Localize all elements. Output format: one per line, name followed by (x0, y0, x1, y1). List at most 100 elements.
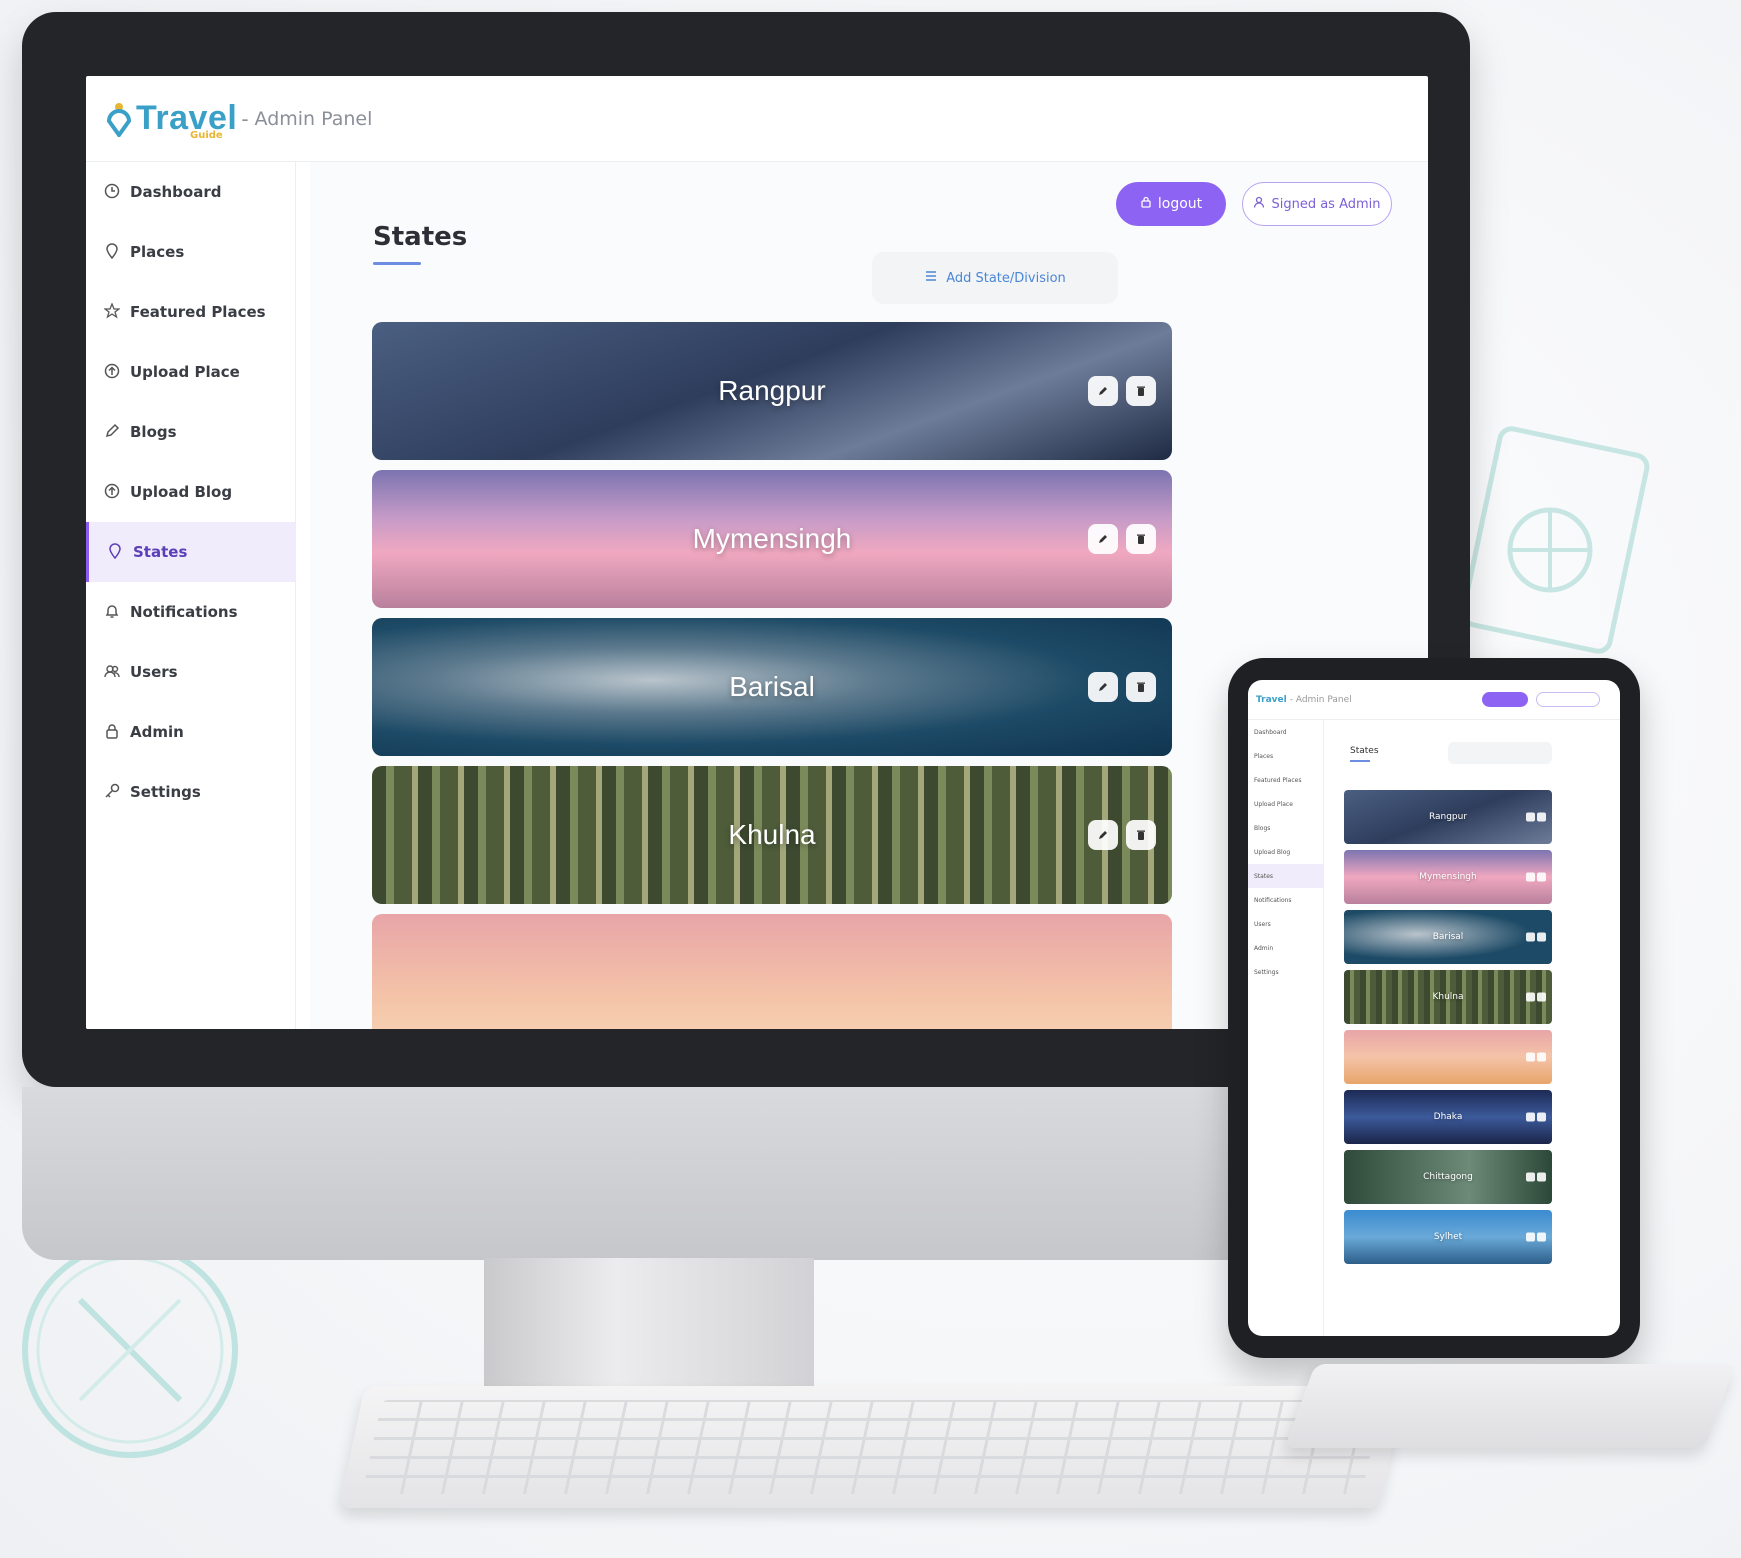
tablet-nav-item[interactable]: Upload Blog (1248, 840, 1323, 864)
tablet-edit-button[interactable] (1526, 1172, 1535, 1182)
tablet-delete-button[interactable] (1537, 812, 1546, 822)
state-name: Mymensingh (692, 523, 852, 554)
sidebar-item-label: Upload Place (130, 363, 240, 381)
state-card-rangpur[interactable]: Rangpur (372, 322, 1172, 460)
sidebar-item-featured-places[interactable]: Featured Places (86, 282, 295, 342)
tablet-state-card[interactable]: Khulna (1344, 970, 1552, 1024)
sidebar-item-label: Admin (130, 723, 184, 741)
tablet-nav-item[interactable]: States (1248, 864, 1323, 888)
header-title: Admin Panel (254, 107, 373, 130)
users-icon (104, 663, 122, 681)
keyboard (339, 1386, 1405, 1508)
tablet-add-state-button[interactable] (1448, 742, 1552, 764)
bell-icon (104, 603, 122, 621)
sidebar-item-blogs[interactable]: Blogs (86, 402, 295, 462)
trackpad (1284, 1364, 1736, 1448)
pin-icon (104, 243, 122, 261)
tablet-edit-button[interactable] (1526, 1112, 1535, 1122)
state-name: Rangpur (718, 375, 826, 406)
tablet-logout-button[interactable] (1482, 692, 1528, 707)
upload-icon (104, 363, 122, 381)
tablet-delete-button[interactable] (1537, 1112, 1546, 1122)
tablet-nav-item[interactable]: Dashboard (1248, 720, 1323, 744)
list-icon (924, 269, 938, 287)
tablet-device: Travel - Admin Panel Dashboard Places Fe… (1228, 658, 1640, 1358)
tablet-edit-button[interactable] (1526, 932, 1535, 942)
state-card-mymensingh[interactable]: Mymensingh (372, 470, 1172, 608)
tablet-delete-button[interactable] (1537, 1052, 1546, 1062)
add-state-button[interactable]: Add State/Division (872, 252, 1118, 304)
tablet-page-title: States (1350, 746, 1379, 756)
state-card-khulna[interactable]: Khulna (372, 766, 1172, 904)
sidebar-item-states[interactable]: States (86, 522, 295, 582)
sidebar-item-dashboard[interactable]: Dashboard (86, 162, 295, 222)
tablet-nav-item[interactable]: Places (1248, 744, 1323, 768)
edit-button[interactable] (1088, 672, 1118, 702)
tablet-nav-item[interactable]: Blogs (1248, 816, 1323, 840)
edit-button[interactable] (1088, 524, 1118, 554)
tablet-nav-item[interactable]: Upload Place (1248, 792, 1323, 816)
upload-icon (104, 483, 122, 501)
tablet-state-card[interactable]: Sylhet (1344, 1210, 1552, 1264)
tablet-edit-button[interactable] (1526, 812, 1535, 822)
tablet-state-card[interactable]: Dhaka (1344, 1090, 1552, 1144)
sidebar-item-label: Settings (130, 783, 201, 801)
tablet-state-name: Sylhet (1433, 1232, 1463, 1242)
delete-button[interactable] (1126, 820, 1156, 850)
tablet-state-card[interactable]: Mymensingh (1344, 850, 1552, 904)
tablet-delete-button[interactable] (1537, 872, 1546, 882)
sidebar-item-places[interactable]: Places (86, 222, 295, 282)
tablet-signed-button[interactable] (1536, 692, 1600, 707)
tablet-screen: Travel - Admin Panel Dashboard Places Fe… (1248, 680, 1620, 1336)
state-name: Barisal (729, 671, 815, 702)
tablet-delete-button[interactable] (1537, 932, 1546, 942)
tablet-edit-button[interactable] (1526, 1232, 1535, 1242)
tablet-nav-item[interactable]: Settings (1248, 960, 1323, 984)
sidebar-item-label: Places (130, 243, 185, 261)
state-card-barisal[interactable]: Barisal (372, 618, 1172, 756)
tablet-nav-item[interactable]: Admin (1248, 936, 1323, 960)
sidebar-item-upload-blog[interactable]: Upload Blog (86, 462, 295, 522)
desktop-screen: Travel Guide - Admin Panel Dashboard Pla… (86, 76, 1428, 1029)
tablet-nav-item[interactable]: Featured Places (1248, 768, 1323, 792)
sidebar-item-label: Users (130, 663, 178, 681)
tablet-state-card[interactable]: Rangpur (1344, 790, 1552, 844)
tablet-delete-button[interactable] (1537, 1172, 1546, 1182)
tablet-delete-button[interactable] (1537, 992, 1546, 1002)
sidebar-item-admin[interactable]: Admin (86, 702, 295, 762)
key-icon (104, 783, 122, 801)
delete-button[interactable] (1126, 376, 1156, 406)
tablet-state-card[interactable]: Chittagong (1344, 1150, 1552, 1204)
state-card-partial[interactable] (372, 914, 1172, 1029)
tablet-edit-button[interactable] (1526, 1052, 1535, 1062)
trash-icon (1135, 826, 1147, 845)
tablet-nav-item[interactable]: Notifications (1248, 888, 1323, 912)
tablet-state-card[interactable]: Barisal (1344, 910, 1552, 964)
logout-button[interactable]: logout (1116, 182, 1226, 226)
tablet-state-card[interactable] (1344, 1030, 1552, 1084)
logo-pin-icon (104, 101, 134, 138)
tablet-delete-button[interactable] (1537, 1232, 1546, 1242)
tablet-nav-item[interactable]: Users (1248, 912, 1323, 936)
delete-button[interactable] (1126, 524, 1156, 554)
signed-as-admin-button[interactable]: Signed as Admin (1242, 182, 1392, 226)
sidebar-item-upload-place[interactable]: Upload Place (86, 342, 295, 402)
trash-icon (1135, 678, 1147, 697)
sidebar: Dashboard Places Featured Places Upload … (86, 162, 296, 1029)
star-icon (104, 303, 122, 321)
edit-button[interactable] (1088, 820, 1118, 850)
logout-icon (1140, 196, 1152, 212)
signed-as-label: Signed as Admin (1271, 196, 1381, 212)
lock-icon (104, 723, 122, 741)
delete-button[interactable] (1126, 672, 1156, 702)
edit-button[interactable] (1088, 376, 1118, 406)
trash-icon (1135, 382, 1147, 401)
sidebar-item-notifications[interactable]: Notifications (86, 582, 295, 642)
app-header: Travel Guide - Admin Panel (86, 76, 1428, 162)
sidebar-item-users[interactable]: Users (86, 642, 295, 702)
sidebar-item-settings[interactable]: Settings (86, 762, 295, 822)
tablet-state-name: Barisal (1432, 932, 1464, 942)
pencil-icon (1097, 530, 1109, 549)
tablet-edit-button[interactable] (1526, 992, 1535, 1002)
tablet-edit-button[interactable] (1526, 872, 1535, 882)
